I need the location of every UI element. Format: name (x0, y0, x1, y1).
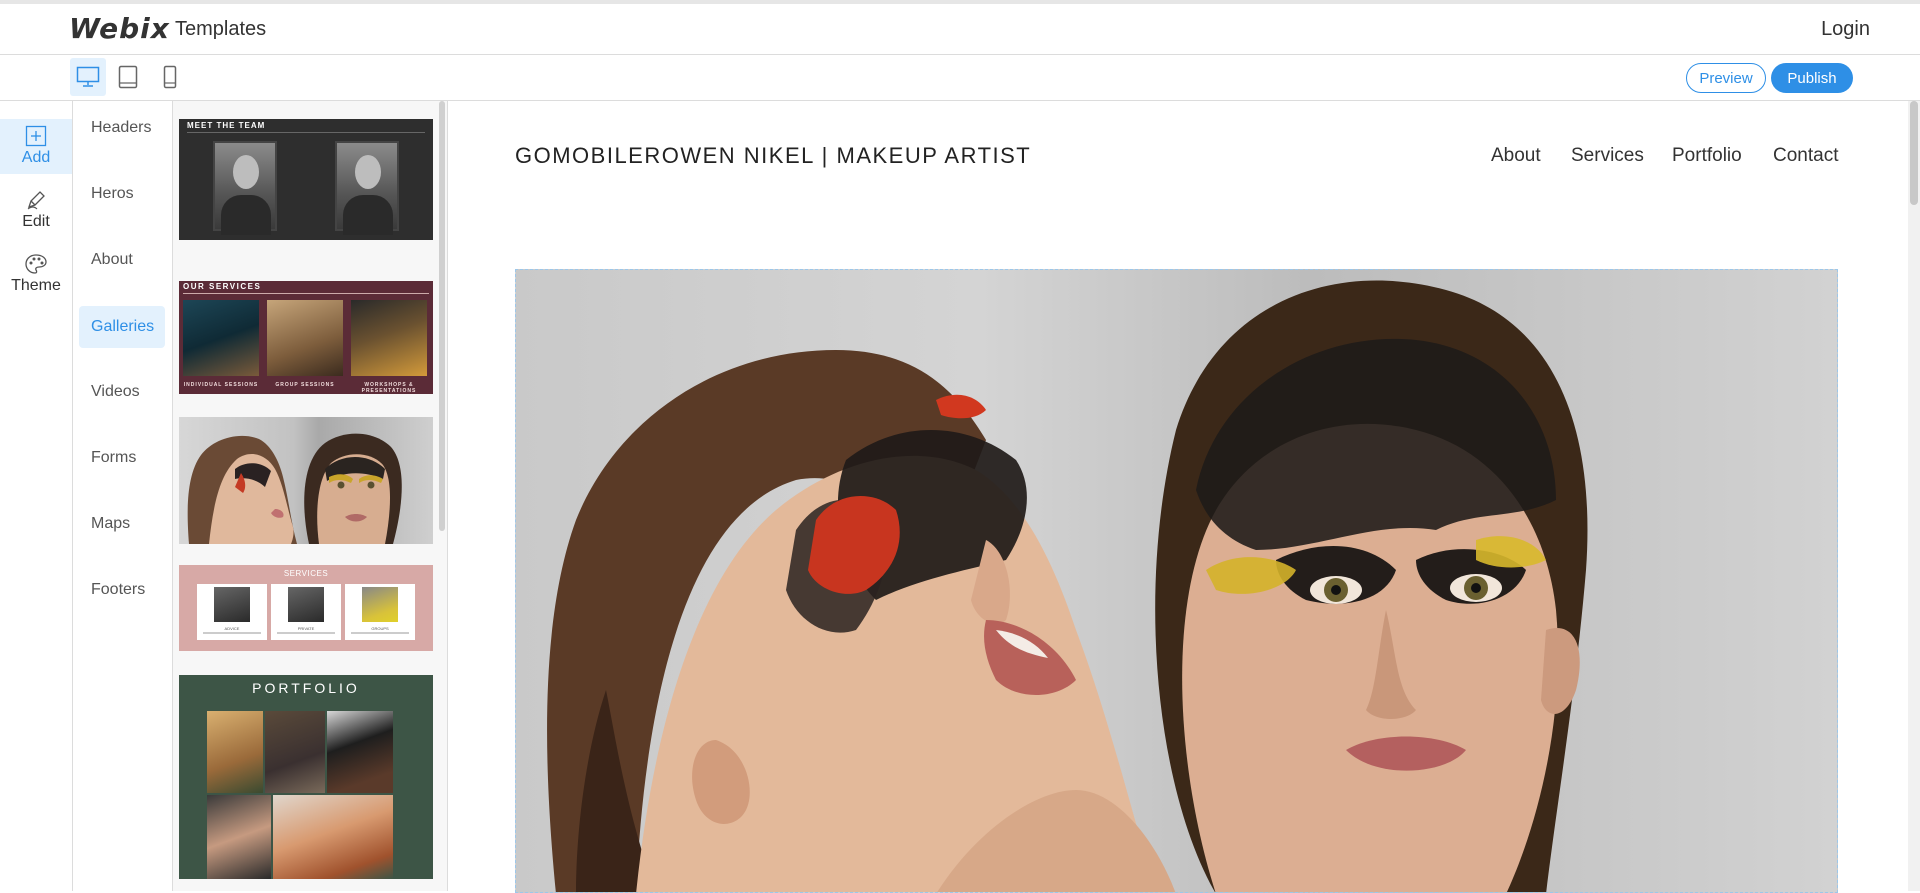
team-portrait (213, 141, 277, 235)
service-caption: INDIVIDUAL SESSIONS (183, 382, 259, 388)
plus-square-icon (25, 125, 47, 147)
mode-theme[interactable]: Theme (0, 247, 72, 302)
portfolio-photo (327, 711, 393, 793)
service-photo (351, 300, 427, 376)
mobile-view-icon (163, 65, 177, 89)
service-card-photo (214, 587, 250, 622)
mode-edit[interactable]: Edit (0, 183, 72, 238)
portfolio-photo (207, 711, 263, 793)
preview-button[interactable]: Preview (1686, 63, 1766, 93)
service-card: PRIVATE (271, 584, 341, 640)
site-nav-about[interactable]: About (1491, 145, 1541, 167)
hero-gallery-block[interactable] (515, 269, 1838, 893)
mode-label: Add (21, 149, 51, 166)
portfolio-photo (273, 795, 393, 879)
service-card-title: PRIVATE (297, 626, 315, 631)
desktop-view-icon (76, 66, 100, 87)
divider (187, 132, 425, 133)
login-link[interactable]: Login (1821, 18, 1870, 41)
tablet-view-button[interactable] (110, 58, 146, 96)
webix-logo[interactable]: Webix (69, 12, 170, 45)
divider (183, 293, 429, 294)
thumbnail-our-services[interactable]: OUR SERVICES INDIVIDUAL SESSIONS GROUP S… (179, 281, 433, 394)
category-about[interactable]: About (79, 239, 165, 281)
thumbnail-portfolio[interactable]: PORTFOLIO (179, 675, 433, 879)
publish-button[interactable]: Publish (1771, 63, 1853, 93)
service-card: GROUPS (345, 584, 415, 640)
hero-photo-image (547, 280, 1588, 892)
thumbnail-heading: OUR SERVICES (183, 282, 262, 291)
service-card-photo (288, 587, 324, 622)
service-caption: WORKSHOPS & PRESENTATIONS (361, 382, 417, 394)
canvas-scrollbar[interactable] (1908, 101, 1920, 891)
portfolio-photo (265, 711, 325, 793)
site-nav-portfolio[interactable]: Portfolio (1672, 145, 1742, 167)
mode-sidebar: Add Edit Theme (0, 101, 73, 891)
thumbnail-heading: SERVICES (283, 569, 329, 578)
mode-label: Theme (11, 277, 61, 294)
mode-add[interactable]: Add (0, 119, 72, 174)
thumbnail-meet-the-team[interactable]: MEET THE TEAM (179, 119, 433, 240)
mobile-view-button[interactable] (152, 58, 188, 96)
top-bar: Webix Templates Login (0, 0, 1920, 55)
category-headers[interactable]: Headers (79, 107, 165, 149)
category-forms[interactable]: Forms (79, 437, 165, 479)
pencil-icon (27, 191, 45, 210)
team-portrait (335, 141, 399, 235)
category-videos[interactable]: Videos (79, 371, 165, 413)
category-heros[interactable]: Heros (79, 173, 165, 215)
category-list: Headers Heros About Galleries Videos For… (73, 101, 173, 891)
mode-label: Edit (22, 213, 50, 230)
thumbnail-services-cards[interactable]: SERVICES ADVICE PRIVATE GROUPS (179, 565, 433, 651)
service-photo (183, 300, 259, 376)
app-title: Templates (175, 18, 267, 40)
gallery-photo-image (187, 433, 402, 544)
site-nav-services[interactable]: Services (1571, 145, 1644, 167)
toolbar: Preview Publish (0, 55, 1920, 101)
thumbnail-gallery-photo[interactable] (179, 417, 433, 544)
desktop-view-button[interactable] (70, 58, 106, 96)
thumbnail-heading: MEET THE TEAM (187, 121, 266, 130)
service-caption: GROUP SESSIONS (275, 382, 335, 388)
service-card-photo (362, 587, 398, 622)
service-card: ADVICE (197, 584, 267, 640)
category-maps[interactable]: Maps (79, 503, 165, 545)
palette-icon (25, 254, 47, 274)
category-footers[interactable]: Footers (79, 569, 165, 611)
page-canvas: GOMOBILEROWEN NIKEL | MAKEUP ARTIST Abou… (448, 101, 1908, 893)
template-thumbnails: MEET THE TEAM OUR SERVICES INDIVIDUAL SE… (173, 101, 448, 891)
tablet-view-icon (118, 65, 138, 89)
service-photo (267, 300, 343, 376)
portfolio-photo (207, 795, 271, 879)
thumbnail-scrollbar[interactable] (439, 101, 445, 531)
service-card-title: GROUPS (371, 626, 389, 631)
service-card-title: ADVICE (224, 626, 240, 631)
thumbnail-heading: PORTFOLIO (252, 680, 360, 696)
site-title[interactable]: GOMOBILEROWEN NIKEL | MAKEUP ARTIST (515, 143, 1031, 169)
site-nav-contact[interactable]: Contact (1773, 145, 1838, 167)
category-galleries[interactable]: Galleries (79, 306, 165, 348)
